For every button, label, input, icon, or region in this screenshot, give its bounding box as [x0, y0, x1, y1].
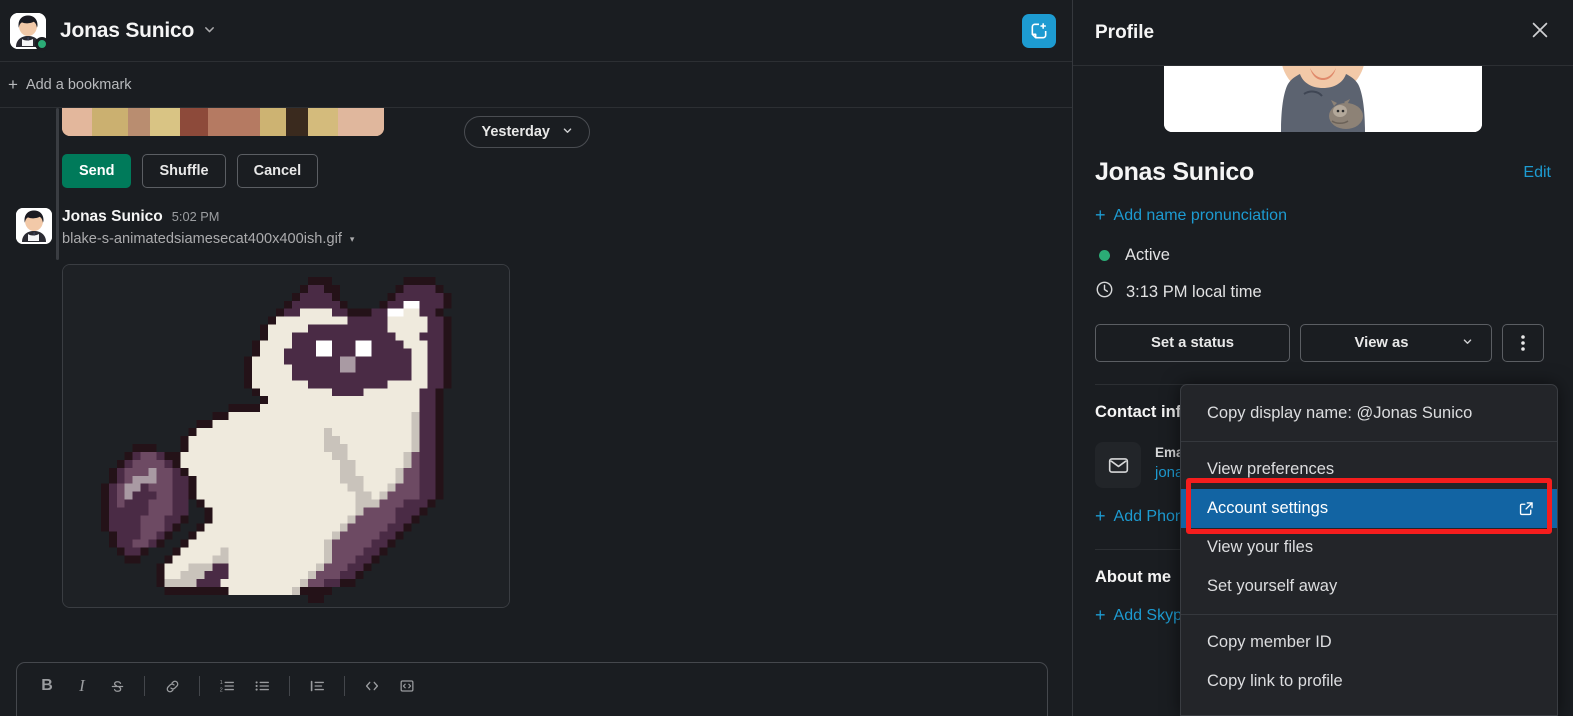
link-icon[interactable]: [156, 671, 188, 701]
plus-icon: +: [8, 75, 18, 94]
ordered-list-icon[interactable]: 12: [211, 671, 243, 701]
italic-icon[interactable]: I: [66, 671, 98, 701]
menu-item-view-preferences[interactable]: View preferences: [1181, 450, 1557, 489]
menu-item-label: Account settings: [1207, 499, 1329, 517]
local-time-label: 3:13 PM local time: [1126, 282, 1262, 301]
conversation-title: Jonas Sunico: [60, 18, 195, 42]
svg-text:2: 2: [220, 687, 223, 693]
menu-item-label: Copy display name: @Jonas Sunico: [1207, 404, 1473, 422]
message-list: Send Shuffle Cancel Yesterday Jonas Suni…: [0, 108, 1072, 656]
kebab-menu-icon: [1521, 335, 1525, 351]
message-body: Jonas Sunico 5:02 PM blake-s-animatedsia…: [62, 208, 510, 608]
cancel-button[interactable]: Cancel: [236, 154, 319, 188]
profile-photo-graphic: [1164, 66, 1482, 132]
bulleted-list-icon[interactable]: [246, 671, 278, 701]
panel-title: Profile: [1095, 21, 1155, 43]
caret-down-icon[interactable]: ▾: [350, 234, 355, 245]
cropped-preview-image: [62, 108, 384, 136]
envelope-icon: [1095, 442, 1141, 488]
bold-icon[interactable]: B: [31, 671, 63, 701]
view-as-button[interactable]: View as: [1300, 324, 1492, 362]
menu-item-label: Copy link to profile: [1207, 672, 1343, 690]
close-icon[interactable]: [1529, 19, 1551, 46]
clock-icon: [1095, 280, 1114, 304]
chevron-down-icon: [1462, 336, 1473, 350]
code-block-icon[interactable]: [391, 671, 423, 701]
new-canvas-button[interactable]: [1022, 13, 1056, 48]
siamese-cat-pixel-art: [63, 265, 509, 607]
message-avatar[interactable]: [16, 208, 52, 244]
profile-action-buttons: Set a status View as: [1095, 324, 1551, 362]
toolbar-divider: [199, 676, 200, 696]
strikethrough-icon[interactable]: [101, 671, 133, 701]
message-author[interactable]: Jonas Sunico: [62, 208, 163, 226]
toolbar-divider: [344, 676, 345, 696]
shuffle-button[interactable]: Shuffle: [142, 154, 226, 188]
slack-window: Jonas Sunico + Add a bookmark Send Shuff…: [0, 0, 1573, 716]
conversation-header: Jonas Sunico: [0, 0, 1072, 62]
menu-item-label: View your files: [1207, 538, 1314, 556]
main-content-column: Jonas Sunico + Add a bookmark Send Shuff…: [0, 0, 1073, 716]
add-name-pronunciation-label: Add name pronunciation: [1113, 206, 1287, 224]
preview-image-graphic: [62, 108, 384, 136]
menu-separator: [1181, 614, 1557, 615]
presence-status-row: Active: [1095, 246, 1551, 265]
profile-panel-header: Profile: [1073, 0, 1573, 66]
code-icon[interactable]: [356, 671, 388, 701]
presence-dot-icon: [1099, 250, 1110, 261]
chevron-down-icon: [562, 125, 573, 139]
profile-context-menu[interactable]: Copy display name: @Jonas Sunico View pr…: [1180, 384, 1558, 716]
header-avatar[interactable]: [10, 12, 49, 51]
menu-item-copy-display-name[interactable]: Copy display name: @Jonas Sunico: [1181, 394, 1557, 433]
more-actions-button[interactable]: [1502, 324, 1544, 362]
new-canvas-icon: [1031, 22, 1047, 38]
blockquote-icon[interactable]: [301, 671, 333, 701]
message-timestamp[interactable]: 5:02 PM: [172, 209, 220, 224]
toolbar-divider: [289, 676, 290, 696]
menu-separator: [1181, 441, 1557, 442]
menu-item-label: View preferences: [1207, 460, 1335, 478]
presence-status-label: Active: [1125, 246, 1170, 264]
menu-item-label: Set yourself away: [1207, 577, 1338, 595]
menu-item-copy-member-id[interactable]: Copy member ID: [1181, 623, 1557, 662]
svg-text:1: 1: [220, 680, 223, 686]
menu-item-copy-link-to-profile[interactable]: Copy link to profile: [1181, 662, 1557, 701]
menu-item-set-yourself-away[interactable]: Set yourself away: [1181, 567, 1557, 606]
add-bookmark-button[interactable]: Add a bookmark: [26, 77, 132, 93]
menu-top-padding: [1181, 385, 1557, 394]
plus-icon: +: [1095, 605, 1106, 625]
view-as-label: View as: [1354, 335, 1409, 351]
menu-item-view-your-files[interactable]: View your files: [1181, 528, 1557, 567]
external-link-icon: [1518, 500, 1535, 517]
set-a-status-button[interactable]: Set a status: [1095, 324, 1290, 362]
plus-icon: +: [1095, 506, 1106, 526]
preview-accent-bar: [56, 108, 59, 260]
local-time-row: 3:13 PM local time: [1095, 280, 1551, 304]
send-button[interactable]: Send: [62, 154, 132, 188]
date-divider-label: Yesterday: [481, 124, 550, 140]
toolbar-divider: [144, 676, 145, 696]
chevron-down-icon[interactable]: [203, 23, 216, 39]
user-avatar-image: [16, 208, 52, 244]
plus-icon: +: [1095, 205, 1106, 225]
profile-photo[interactable]: [1164, 66, 1482, 132]
edit-profile-button[interactable]: Edit: [1523, 164, 1551, 182]
profile-name: Jonas Sunico: [1095, 158, 1254, 186]
add-name-pronunciation-button[interactable]: + Add name pronunciation: [1095, 205, 1551, 226]
presence-indicator-active: [35, 36, 49, 51]
formatting-toolbar: B I 12: [17, 663, 1047, 709]
gif-attachment[interactable]: [62, 264, 510, 608]
date-divider-pill[interactable]: Yesterday: [464, 116, 590, 148]
bookmark-bar: + Add a bookmark: [0, 62, 1072, 108]
message-composer[interactable]: B I 12: [16, 662, 1048, 716]
message-header: Jonas Sunico 5:02 PM: [62, 208, 510, 226]
message-item: Jonas Sunico 5:02 PM blake-s-animatedsia…: [0, 188, 1072, 608]
file-name[interactable]: blake-s-animatedsiamesecat400x400ish.gif: [62, 231, 342, 247]
profile-name-row: Jonas Sunico Edit: [1095, 158, 1551, 187]
menu-item-account-settings[interactable]: Account settings: [1181, 489, 1557, 528]
menu-item-label: Copy member ID: [1207, 633, 1332, 651]
gif-action-buttons: Send Shuffle Cancel: [62, 154, 1072, 188]
message-file-row: blake-s-animatedsiamesecat400x400ish.gif…: [62, 231, 510, 247]
